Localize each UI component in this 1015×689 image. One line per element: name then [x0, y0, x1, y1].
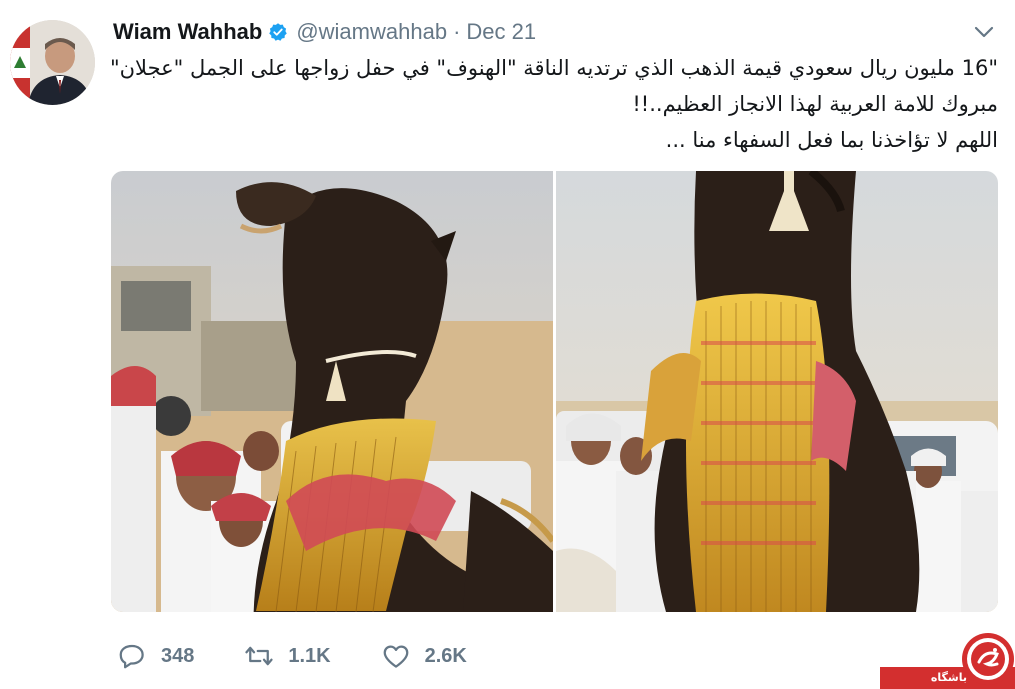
verified-badge-icon — [268, 22, 288, 42]
author-name[interactable]: Wiam Wahhab — [113, 19, 262, 45]
tweet-text-line: مبروك للامة العربية لهذا الانجاز العظيم.… — [632, 92, 998, 116]
tweet-header: Wiam Wahhab @wiamwahhab · Dec 21 — [113, 16, 536, 48]
chevron-down-icon[interactable] — [971, 22, 997, 42]
watermark-logo-icon — [961, 632, 1015, 686]
reply-count: 348 — [161, 644, 195, 667]
tweet-text: "16 مليون ريال سعودي قيمة الذهب الذي ترت… — [109, 50, 998, 158]
avatar[interactable] — [10, 20, 95, 105]
like-count: 2.6K — [424, 644, 467, 667]
tweet-text-line: "16 مليون ريال سعودي قيمة الذهب الذي ترت… — [109, 56, 998, 80]
like-icon — [383, 645, 408, 668]
reply-button[interactable]: 348 — [117, 641, 194, 671]
tweet-text-line: اللهم لا تؤاخذنا بما فعل السفهاء منا ... — [665, 128, 998, 152]
watermark: باشگاه خبرنگاران — [880, 632, 1015, 689]
tweet: Wiam Wahhab @wiamwahhab · Dec 21 "16 ملي… — [0, 0, 1015, 689]
reply-icon — [119, 644, 144, 669]
retweet-button[interactable]: 1.1K — [244, 641, 331, 671]
photo-camel-right[interactable] — [556, 171, 998, 612]
header-separator: · — [453, 19, 461, 44]
tweet-actions: 348 1.1K 2.6K — [117, 636, 517, 676]
photo-camel-left[interactable] — [111, 171, 553, 612]
like-button[interactable]: 2.6K — [381, 641, 467, 671]
tweet-media — [111, 171, 998, 612]
author-handle[interactable]: @wiamwahhab — [296, 19, 447, 45]
retweet-count: 1.1K — [288, 644, 331, 667]
tweet-date[interactable]: Dec 21 — [466, 19, 536, 45]
retweet-icon — [245, 646, 273, 666]
